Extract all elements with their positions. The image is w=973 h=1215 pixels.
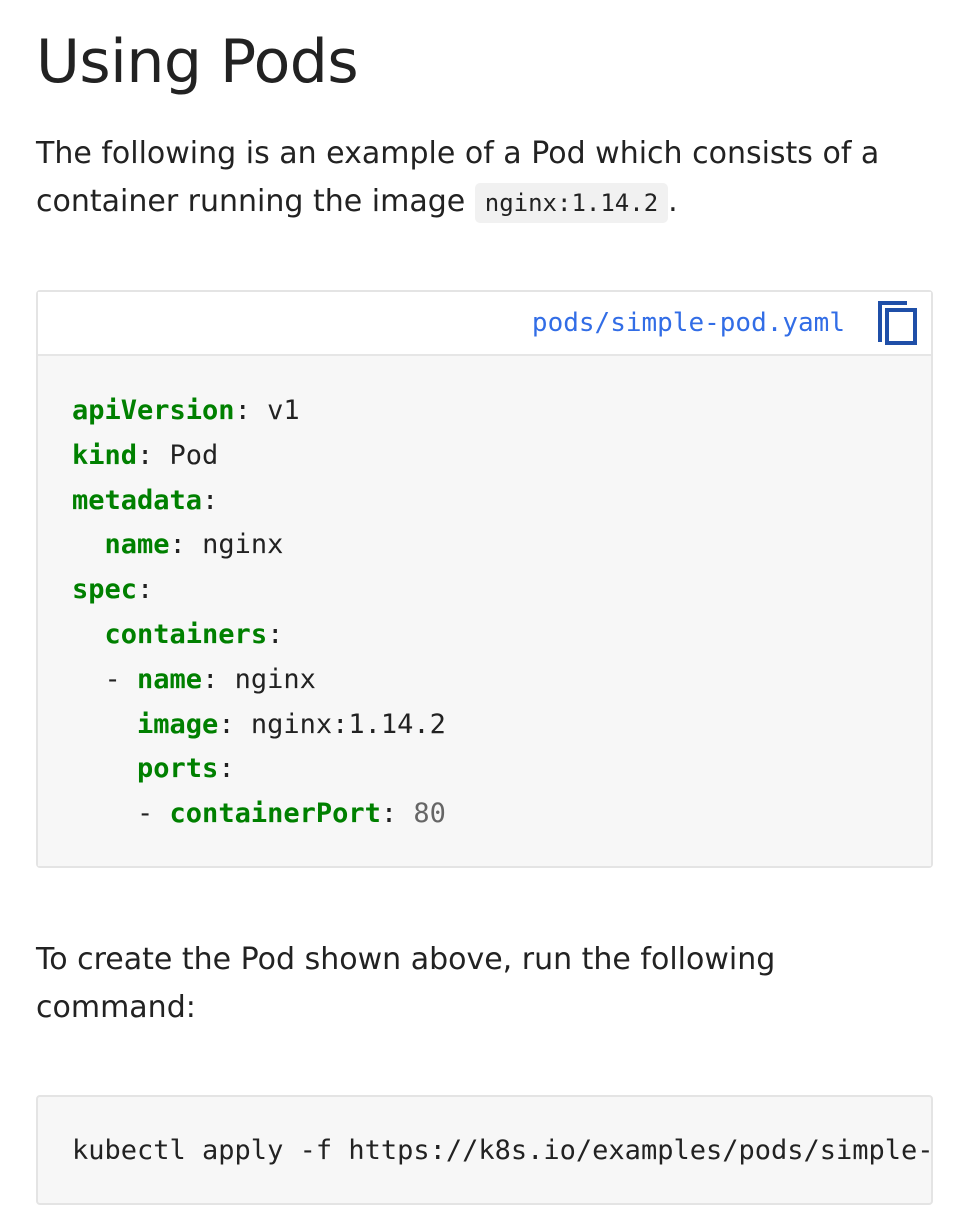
yaml-indent bbox=[72, 664, 105, 695]
inline-code-image: nginx:1.14.2 bbox=[474, 183, 669, 223]
create-instruction-paragraph: To create the Pod shown above, run the f… bbox=[36, 942, 776, 1025]
yaml-key: spec bbox=[72, 574, 138, 606]
yaml-value: v1 bbox=[267, 395, 300, 426]
yaml-indent bbox=[72, 619, 105, 650]
yaml-line: - name: nginx bbox=[72, 664, 316, 695]
code-block-body: apiVersion: v1 kind: Pod metadata: name:… bbox=[38, 356, 931, 866]
copy-icon[interactable] bbox=[877, 300, 919, 346]
yaml-separator: : bbox=[202, 663, 235, 695]
yaml-file-link[interactable]: pods/simple-pod.yaml bbox=[532, 306, 845, 340]
yaml-code-block: pods/simple-pod.yaml apiVersion: v1 kind… bbox=[36, 290, 933, 868]
yaml-value: nginx bbox=[202, 529, 284, 561]
yaml-key: apiVersion bbox=[72, 395, 235, 426]
yaml-key: metadata bbox=[72, 484, 203, 516]
yaml-key: name bbox=[137, 663, 203, 695]
yaml-separator: : bbox=[218, 708, 251, 740]
yaml-key: image bbox=[137, 708, 219, 740]
yaml-code: apiVersion: v1 kind: Pod metadata: name:… bbox=[72, 389, 897, 837]
intro-suffix: . bbox=[668, 184, 678, 219]
yaml-line: name: nginx bbox=[72, 529, 284, 561]
yaml-key: name bbox=[104, 529, 170, 561]
yaml-value: 80 bbox=[413, 798, 446, 830]
yaml-line: ports: bbox=[72, 753, 235, 784]
yaml-indent bbox=[72, 529, 105, 560]
yaml-key: containers bbox=[104, 618, 268, 650]
intro-text: The following is an example of a Pod whi… bbox=[36, 136, 880, 219]
yaml-separator: : bbox=[267, 618, 284, 650]
page-title: Using Pods bbox=[36, 27, 359, 97]
yaml-value: Pod bbox=[169, 439, 219, 471]
yaml-value: nginx bbox=[234, 663, 316, 695]
yaml-list-dash: - bbox=[104, 663, 138, 695]
yaml-separator: : bbox=[137, 574, 154, 606]
yaml-separator: : bbox=[380, 798, 414, 830]
yaml-separator: : bbox=[169, 529, 203, 561]
yaml-line: kind: Pod bbox=[72, 440, 218, 471]
yaml-separator: : bbox=[218, 753, 235, 785]
kubectl-command: kubectl apply -f https://k8s.io/examples… bbox=[72, 1135, 933, 1166]
yaml-line: metadata: bbox=[72, 485, 218, 516]
yaml-key: containerPort bbox=[169, 798, 381, 830]
yaml-separator: : bbox=[137, 439, 170, 471]
yaml-key: ports bbox=[137, 753, 219, 785]
yaml-line: apiVersion: v1 bbox=[72, 395, 300, 426]
yaml-line: spec: bbox=[72, 574, 153, 605]
yaml-separator: : bbox=[234, 395, 268, 426]
yaml-key: kind bbox=[72, 439, 138, 471]
yaml-line: - containerPort: 80 bbox=[72, 798, 446, 829]
yaml-line: containers: bbox=[72, 618, 284, 650]
yaml-indent bbox=[72, 798, 137, 829]
command-code-block: kubectl apply -f https://k8s.io/examples… bbox=[36, 1095, 933, 1205]
code-block-header: pods/simple-pod.yaml bbox=[38, 292, 931, 356]
yaml-line: image: nginx:1.14.2 bbox=[72, 709, 446, 740]
yaml-list-dash: - bbox=[137, 798, 170, 830]
yaml-indent bbox=[72, 753, 137, 784]
yaml-separator: : bbox=[202, 484, 219, 516]
yaml-indent bbox=[72, 709, 137, 740]
intro-paragraph: The following is an example of a Pod whi… bbox=[36, 130, 936, 227]
yaml-value: nginx:1.14.2 bbox=[250, 708, 446, 740]
